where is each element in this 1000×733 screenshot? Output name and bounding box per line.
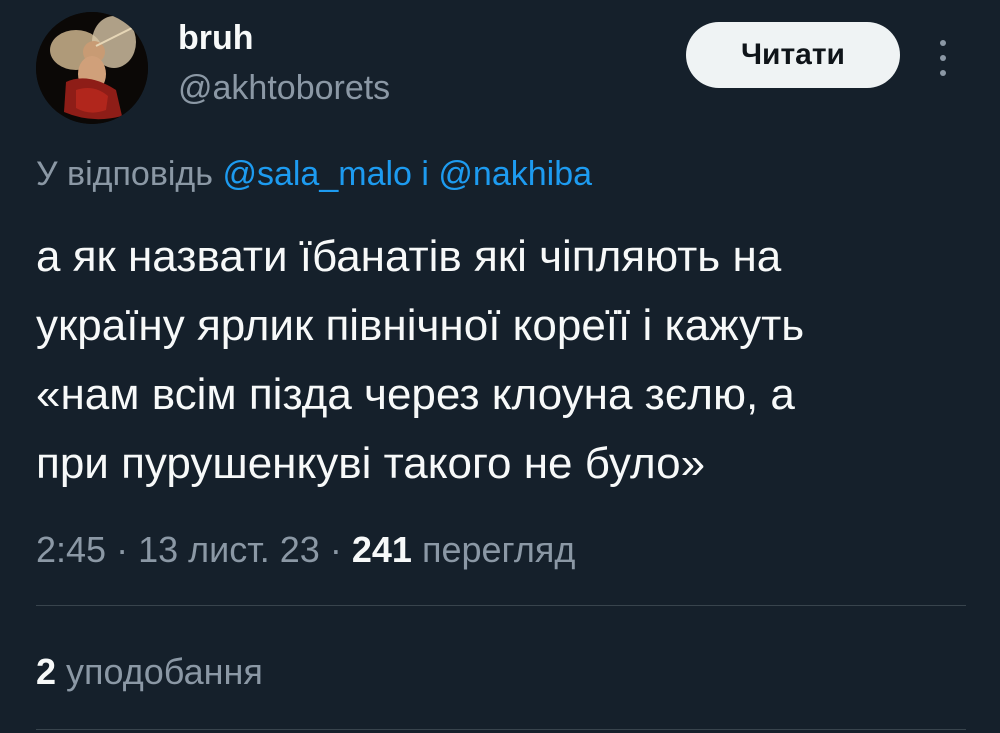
meta-separator: · (116, 529, 129, 570)
author-handle[interactable]: @akhtoborets (178, 68, 390, 108)
tweet-text-line: «нам всім пізда через клоуна зєлю, а (36, 370, 795, 419)
reply-context: У відповідь @sala_malo і @nakhiba (36, 152, 592, 196)
tweet-time[interactable]: 2:45 (36, 529, 106, 570)
divider (36, 605, 966, 606)
divider (36, 729, 966, 730)
more-vertical-icon[interactable] (934, 38, 954, 78)
tweet-text-line: при пурушенкуві такого не було» (36, 439, 706, 488)
likes-count: 2 (36, 651, 57, 692)
meta-separator: · (329, 529, 342, 570)
views-label: перегляд (421, 529, 576, 570)
reply-prefix: У відповідь (36, 155, 213, 193)
tweet-text-line: україну ярлик північної кореїї і кажуть (36, 301, 805, 350)
author-display-name[interactable]: bruh (178, 18, 254, 58)
avatar[interactable] (36, 12, 148, 124)
tweet-text: а як назвати їбанатів які чіпляють на ук… (36, 222, 966, 498)
follow-button[interactable]: Читати (686, 22, 900, 88)
tweet-text-line: а як назвати їбанатів які чіпляють на (36, 232, 782, 281)
reply-conjunction: і (421, 155, 429, 193)
tweet-date[interactable]: 13 лист. 23 (138, 529, 320, 570)
likes-label: уподобання (66, 651, 263, 692)
views-count: 241 (351, 529, 412, 570)
reply-mention-nakhiba[interactable]: @nakhiba (438, 155, 592, 193)
cupid-painting-avatar-icon (36, 12, 148, 124)
likes-stat[interactable]: 2 уподобання (36, 648, 263, 696)
tweet-meta: 2:45 · 13 лист. 23 · 241 перегляд (36, 526, 575, 574)
reply-mention-sala-malo[interactable]: @sala_malo (222, 155, 412, 193)
